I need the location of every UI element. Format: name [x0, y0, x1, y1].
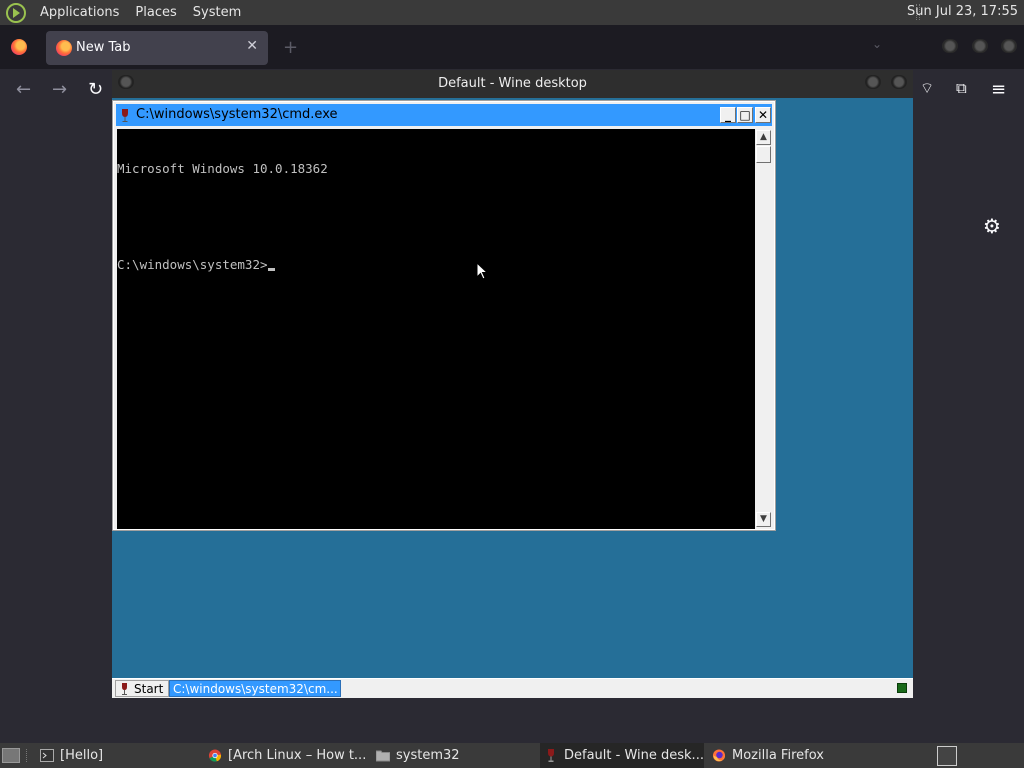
window-close-icon[interactable] [1001, 39, 1017, 53]
taskbar-label: [Arch Linux – How t... [228, 748, 366, 763]
terminal-icon [40, 749, 54, 762]
show-desktop-icon[interactable] [2, 748, 20, 763]
top-panel: Applications Places System Sun Jul 23, 1… [0, 0, 1024, 25]
chrome-icon [208, 749, 222, 762]
window-maximize-icon[interactable] [972, 39, 988, 53]
tab-close-icon[interactable]: ✕ [246, 38, 258, 54]
menu-places[interactable]: Places [127, 5, 184, 20]
close-button[interactable]: ✕ [755, 107, 771, 123]
clock[interactable]: Sun Jul 23, 17:55 [907, 4, 1018, 19]
taskbar-item-folder[interactable]: system32 [372, 743, 534, 768]
workspace-switcher-2[interactable] [962, 746, 1021, 766]
text-cursor [267, 268, 275, 271]
console-output[interactable]: Microsoft Windows 10.0.18362 C:\windows\… [117, 129, 755, 529]
panel-separator [26, 749, 29, 762]
list-all-tabs-icon[interactable]: ⌄ [872, 37, 882, 51]
taskbar-item-hello[interactable]: [Hello] [36, 743, 198, 768]
taskbar-item-cmd[interactable]: C:\windows\system32\cm... [169, 680, 341, 697]
mouse-pointer-icon [476, 262, 488, 280]
console-prompt: C:\windows\system32> [117, 257, 268, 272]
app-menu-icon[interactable]: ≡ [991, 79, 1006, 100]
wine-icon [548, 749, 554, 762]
scroll-down-icon[interactable]: ▼ [756, 512, 771, 527]
pocket-icon[interactable]: ⌔ [920, 79, 934, 98]
taskbar-label: Mozilla Firefox [732, 748, 824, 763]
taskbar-label: [Hello] [60, 748, 104, 763]
minimize-button[interactable]: _ [720, 107, 736, 123]
firefox-tab-bar: New Tab ✕ + ⌄ [0, 25, 1024, 69]
tab-label: New Tab [76, 40, 131, 55]
console-prompt-line[interactable]: C:\windows\system32> [117, 257, 755, 273]
wine-titlebar[interactable]: Default - Wine desktop [112, 70, 913, 98]
back-icon[interactable]: ← [16, 79, 31, 100]
new-tab-icon[interactable]: + [283, 37, 298, 58]
console-line: Microsoft Windows 10.0.18362 [117, 161, 328, 176]
wine-window-title: Default - Wine desktop [438, 76, 587, 91]
bottom-panel: [Hello] [Arch Linux – How t... system32 … [0, 743, 1024, 768]
settings-gear-icon[interactable]: ⚙ [983, 214, 1001, 238]
window-menu-icon[interactable] [118, 75, 134, 89]
taskbar-item-chrome[interactable]: [Arch Linux – How t... [204, 743, 366, 768]
wine-taskbar: Start C:\windows\system32\cm... [112, 678, 913, 698]
tab-new-tab[interactable]: New Tab ✕ [46, 31, 268, 65]
window-minimize-icon[interactable] [865, 75, 881, 89]
folder-icon [376, 750, 390, 762]
scroll-thumb[interactable] [756, 146, 771, 163]
maximize-button[interactable]: □ [737, 107, 753, 123]
cmd-window: C:\windows\system32\cmd.exe _ □ ✕ Micros… [112, 100, 776, 531]
forward-icon[interactable]: → [52, 79, 67, 100]
firefox-icon [712, 749, 726, 762]
extensions-icon[interactable]: ⧉ [956, 79, 967, 97]
menu-system[interactable]: System [185, 5, 249, 20]
taskbar-label: system32 [396, 748, 460, 763]
tray-icon[interactable] [897, 683, 907, 693]
firefox-tab-icon [56, 40, 72, 56]
vertical-scrollbar[interactable]: ▲ ▼ [755, 129, 772, 529]
taskbar-label: Default - Wine desk... [564, 748, 704, 763]
start-label: Start [134, 682, 164, 696]
start-button[interactable]: Start [115, 680, 170, 697]
firefox-view-icon[interactable] [11, 39, 27, 55]
taskbar-item-firefox[interactable]: Mozilla Firefox [708, 743, 870, 768]
window-minimize-icon[interactable] [942, 39, 958, 53]
cmd-titlebar[interactable]: C:\windows\system32\cmd.exe _ □ ✕ [116, 104, 772, 126]
scroll-up-icon[interactable]: ▲ [756, 130, 771, 145]
cmd-window-title: C:\windows\system32\cmd.exe [136, 107, 338, 122]
taskbar-item-wine[interactable]: Default - Wine desk... [540, 743, 704, 768]
wine-glass-icon [122, 109, 128, 122]
wine-glass-icon [122, 683, 127, 695]
window-close-icon[interactable] [891, 75, 907, 89]
workspace-switcher-1[interactable] [937, 746, 957, 766]
reload-icon[interactable]: ↻ [88, 79, 103, 100]
menu-applications[interactable]: Applications [32, 5, 127, 20]
distro-logo-icon[interactable] [6, 2, 26, 23]
